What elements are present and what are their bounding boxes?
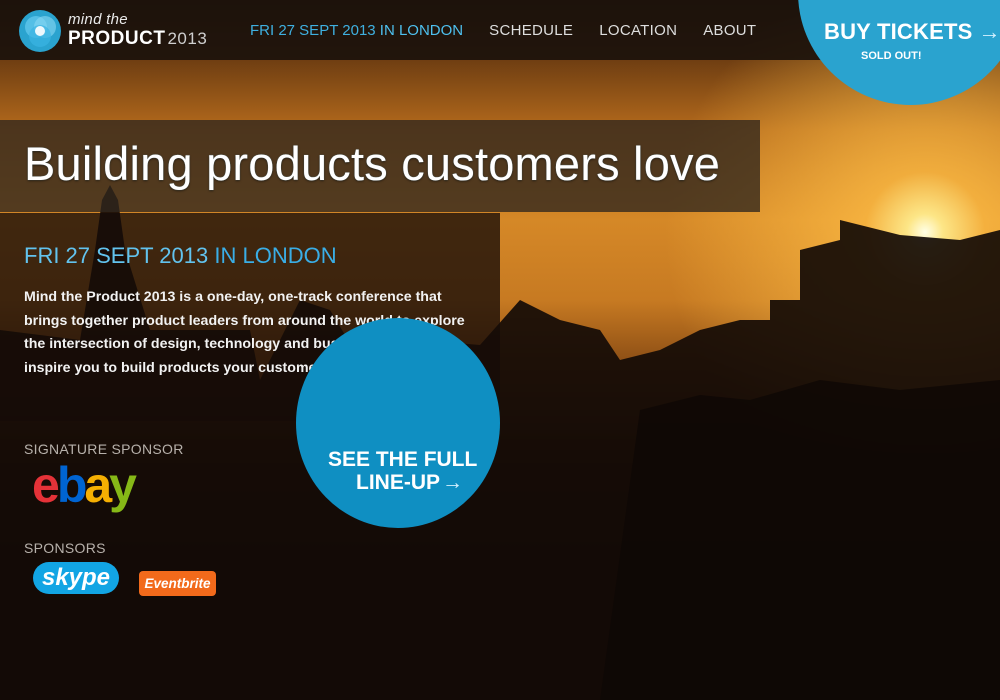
- nav-about[interactable]: ABOUT: [703, 22, 756, 39]
- arrow-right-icon: →: [442, 471, 463, 494]
- headline-banner: Building products customers love: [0, 120, 760, 212]
- buy-tickets-label: BUY TICKETS →: [824, 19, 1000, 45]
- skype-logo[interactable]: skype: [33, 562, 119, 594]
- logo-text-mind-the: mind the: [68, 11, 128, 28]
- logo-text-product: PRODUCT 2013: [68, 28, 207, 50]
- buy-tickets-text: BUY TICKETS: [824, 19, 973, 44]
- ebay-letter-y: y: [109, 457, 137, 513]
- ebay-letter-b: b: [56, 457, 87, 513]
- ebay-letter-a: a: [84, 457, 112, 513]
- nav-location-text: IN LONDON: [379, 21, 464, 39]
- arrow-right-icon: →: [978, 19, 1000, 44]
- nav-date-text: FRI 27 SEPT 2013: [250, 21, 376, 39]
- logo-product-word: PRODUCT: [68, 28, 166, 49]
- see-full-lineup-button[interactable]: SEE THE FULL LINE-UP→: [296, 318, 500, 528]
- event-location: IN LONDON: [214, 243, 337, 268]
- page-headline: Building products customers love: [24, 137, 721, 190]
- sold-out-label: SOLD OUT!: [861, 50, 922, 62]
- mind-the-product-logo-icon: [19, 10, 61, 52]
- site-logo[interactable]: mind the PRODUCT 2013: [18, 9, 208, 53]
- lineup-label-line1: SEE THE FULL: [328, 448, 478, 471]
- sponsors-heading: SPONSORS: [24, 540, 106, 556]
- eventbrite-logo[interactable]: Eventbrite: [139, 571, 216, 596]
- lineup-text: LINE-UP: [356, 471, 440, 494]
- lineup-label-line2: LINE-UP→: [356, 471, 463, 495]
- event-date: FRI 27 SEPT 2013: [24, 243, 209, 268]
- main-nav: FRI 27 SEPT 2013 IN LONDON SCHEDULE LOCA…: [250, 0, 782, 60]
- signature-sponsor-heading: SIGNATURE SPONSOR: [24, 441, 184, 457]
- event-date-heading: FRI 27 SEPT 2013 IN LONDON: [24, 243, 337, 269]
- logo-year: 2013: [167, 29, 208, 48]
- nav-event-date[interactable]: FRI 27 SEPT 2013 IN LONDON: [250, 22, 463, 39]
- nav-location[interactable]: LOCATION: [599, 22, 677, 39]
- ebay-logo[interactable]: ebay: [32, 456, 137, 514]
- nav-schedule[interactable]: SCHEDULE: [489, 22, 573, 39]
- ebay-letter-e: e: [32, 457, 60, 513]
